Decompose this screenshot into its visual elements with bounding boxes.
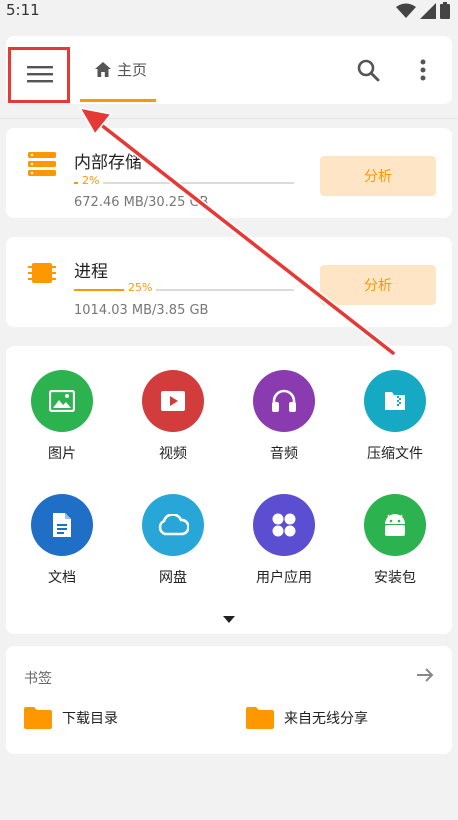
bookmark-wireless-share[interactable]: 来自无线分享 — [246, 704, 368, 732]
image-icon — [31, 370, 93, 432]
folder-icon — [246, 707, 274, 729]
process-percent: 25% — [124, 281, 157, 294]
bookmarks-card: 书签 下载目录 来自无线分享 — [6, 646, 452, 754]
bookmark-label: 下载目录 — [62, 711, 118, 727]
annotation-highlight-box — [8, 47, 70, 103]
tab-home[interactable]: 主页 — [80, 36, 162, 102]
folder-icon — [24, 707, 52, 729]
apps-icon — [253, 494, 315, 556]
zip-icon — [364, 370, 426, 432]
expand-caret-icon[interactable] — [223, 616, 235, 624]
home-icon — [94, 61, 111, 77]
bookmarks-title: 书签 — [24, 671, 52, 687]
storage-percent: 2% — [78, 174, 104, 187]
process-progress-bar: 25% — [74, 281, 294, 294]
android-icon — [364, 494, 426, 556]
category-label: 压缩文件 — [367, 446, 423, 462]
status-bar: 5:11 — [0, 0, 458, 24]
analyze-storage-button[interactable]: 分析 — [320, 156, 436, 196]
process-card[interactable]: 进程 25% 1014.03 MB/3.85 GB 分析 — [6, 237, 452, 327]
category-label: 图片 — [48, 446, 76, 462]
arrow-right-icon[interactable] — [414, 664, 436, 686]
bookmark-label: 来自无线分享 — [284, 711, 368, 727]
storage-title: 内部存储 — [74, 153, 142, 173]
bookmark-downloads[interactable]: 下载目录 — [24, 704, 118, 732]
home-tab-label: 主页 — [116, 60, 147, 79]
status-icons — [396, 2, 450, 19]
category-user-apps[interactable]: 用户应用 — [234, 494, 334, 604]
category-label: 安装包 — [374, 570, 416, 586]
video-icon — [142, 370, 204, 432]
category-label: 文档 — [48, 570, 76, 586]
wifi-icon — [396, 3, 416, 18]
storage-size: 672.46 MB/30.25 GB — [74, 195, 209, 210]
cloud-icon — [142, 494, 204, 556]
analyze-process-button[interactable]: 分析 — [320, 265, 436, 305]
headphones-icon — [253, 370, 315, 432]
category-cloud[interactable]: 网盘 — [123, 494, 223, 604]
storage-icon — [28, 152, 56, 176]
status-time: 5:11 — [6, 1, 40, 19]
category-label: 网盘 — [159, 570, 187, 586]
battery-icon — [440, 2, 450, 19]
top-app-bar: 主页 — [6, 36, 452, 104]
categories-card: 图片 视频 音频 压缩文件 文档 网盘 用户应用 安装包 — [6, 346, 452, 634]
search-icon — [357, 59, 380, 82]
process-progress-fill — [74, 289, 129, 291]
category-label: 用户应用 — [256, 570, 312, 586]
category-apk[interactable]: 安装包 — [345, 494, 445, 604]
category-audio[interactable]: 音频 — [234, 370, 334, 480]
header-divider — [0, 118, 458, 119]
category-videos[interactable]: 视频 — [123, 370, 223, 480]
signal-icon — [420, 2, 436, 19]
more-vertical-icon — [420, 59, 426, 81]
internal-storage-card[interactable]: 内部存储 2% 672.46 MB/30.25 GB 分析 — [6, 128, 452, 218]
process-title: 进程 — [74, 262, 108, 282]
category-label: 音频 — [270, 446, 298, 462]
storage-progress-bar: 2% — [74, 174, 294, 187]
search-button[interactable] — [352, 54, 384, 86]
category-archives[interactable]: 压缩文件 — [345, 370, 445, 480]
category-documents[interactable]: 文档 — [12, 494, 112, 604]
process-size: 1014.03 MB/3.85 GB — [74, 303, 209, 318]
chip-icon — [28, 263, 56, 283]
more-options-button[interactable] — [408, 54, 438, 86]
category-label: 视频 — [159, 446, 187, 462]
category-images[interactable]: 图片 — [12, 370, 112, 480]
tab-home-indicator — [80, 99, 156, 102]
document-icon — [31, 494, 93, 556]
